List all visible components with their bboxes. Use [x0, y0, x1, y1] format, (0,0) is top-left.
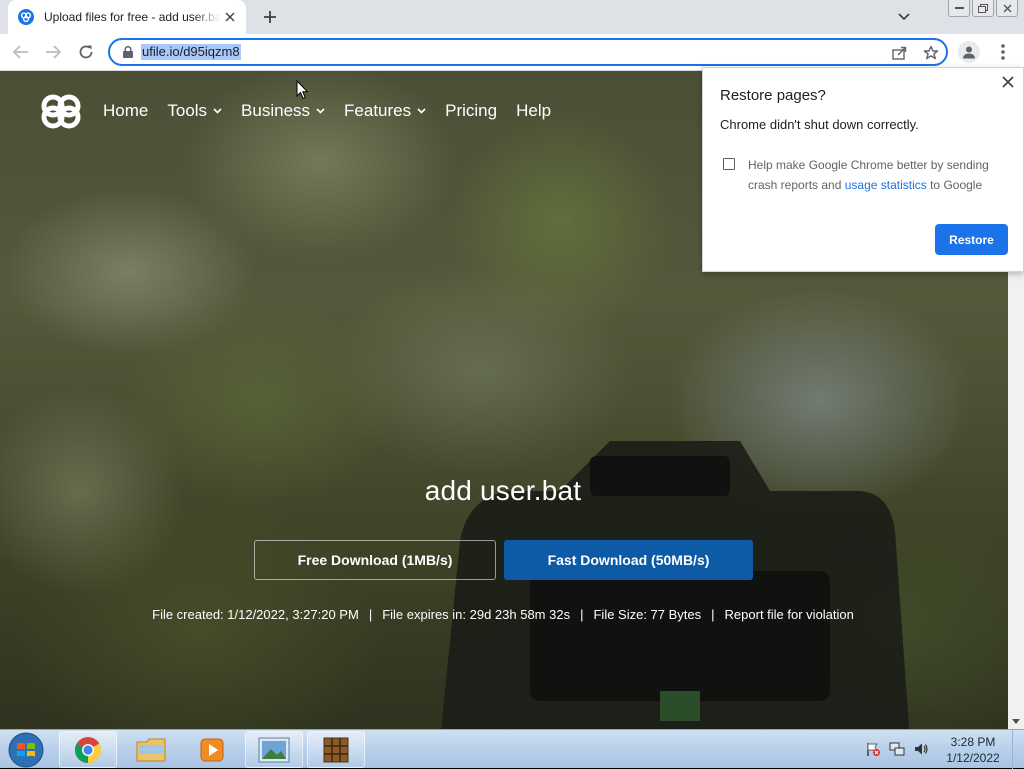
share-icon[interactable] [890, 44, 908, 62]
browser-tab[interactable]: Upload files for free - add user.bat - u… [8, 0, 246, 34]
dialog-title: Restore pages? [720, 87, 826, 104]
usage-statistics-link[interactable]: usage statistics [845, 178, 927, 192]
tab-close-icon[interactable] [222, 9, 238, 25]
chevron-down-icon [316, 108, 325, 114]
nav-business[interactable]: Business [241, 101, 325, 121]
window-controls [948, 0, 1018, 18]
lock-icon[interactable] [121, 45, 135, 59]
nav-tools-label: Tools [167, 101, 208, 120]
reload-icon[interactable] [73, 40, 99, 64]
volume-icon[interactable] [912, 740, 930, 758]
system-tray [864, 739, 930, 759]
nav-business-label: Business [241, 101, 311, 120]
meta-separator: | [580, 607, 584, 622]
scroll-down-arrow-icon[interactable] [1008, 716, 1024, 726]
bookmark-star-icon[interactable] [922, 44, 940, 62]
tab-search-chevron-icon[interactable] [894, 8, 914, 26]
restore-pages-dialog: Restore pages? Chrome didn't shut down c… [702, 67, 1024, 272]
clock-time: 3:28 PM [950, 735, 996, 749]
action-center-flag-icon[interactable] [864, 740, 882, 758]
file-size-text: File Size: 77 Bytes [593, 607, 702, 622]
address-bar[interactable]: ufile.io/d95iqzm8 [108, 38, 948, 66]
free-download-button[interactable]: Free Download (1MB/s) [254, 540, 496, 580]
media-player-icon[interactable] [183, 731, 241, 768]
nav-tools[interactable]: Tools [167, 101, 222, 121]
nav-features[interactable]: Features [344, 101, 426, 121]
nav-help-label: Help [516, 101, 552, 120]
chrome-icon[interactable] [59, 731, 117, 768]
url-text[interactable]: ufile.io/d95iqzm8 [141, 44, 241, 60]
restore-window-icon[interactable] [972, 0, 994, 17]
back-arrow-icon[interactable] [8, 40, 34, 64]
nav-pricing[interactable]: Pricing [445, 101, 497, 121]
report-violation-link[interactable]: Report file for violation [725, 607, 854, 622]
profile-avatar-icon[interactable] [958, 41, 980, 63]
nav-home-label: Home [103, 101, 149, 120]
network-icon[interactable] [888, 740, 906, 758]
close-window-icon[interactable] [996, 0, 1018, 17]
forward-arrow-icon[interactable] [40, 40, 66, 64]
file-name-heading: add user.bat [424, 475, 582, 506]
nav-home[interactable]: Home [103, 101, 148, 121]
tab-title: Upload files for free - add user.bat - u… [44, 10, 220, 24]
browser-toolbar: ufile.io/d95iqzm8 [0, 34, 1024, 71]
show-desktop-button[interactable] [1012, 730, 1024, 769]
tab-strip: Upload files for free - add user.bat - u… [0, 0, 1024, 34]
windows-start-icon[interactable] [6, 731, 46, 768]
kebab-menu-icon[interactable] [992, 40, 1014, 64]
dialog-subtitle: Chrome didn't shut down correctly. [720, 117, 919, 132]
nav-features-label: Features [344, 101, 412, 120]
file-explorer-icon[interactable] [122, 731, 180, 768]
clock-date: 1/12/2022 [946, 751, 1000, 765]
file-created-text: File created: 1/12/2022, 3:27:20 PM [152, 607, 359, 622]
chevron-down-icon [213, 108, 222, 114]
new-tab-icon[interactable] [258, 6, 282, 28]
minimize-icon[interactable] [948, 0, 970, 17]
crash-report-text-end: to Google [926, 178, 983, 192]
file-expires-text: File expires in: 29d 23h 58m 32s [382, 607, 571, 622]
meta-separator: | [368, 607, 373, 622]
nav-help[interactable]: Help [516, 101, 551, 121]
mouse-cursor-icon [296, 80, 308, 100]
ufile-logo-icon[interactable] [38, 93, 84, 129]
photo-viewer-icon[interactable] [245, 731, 303, 768]
close-icon[interactable] [1001, 75, 1015, 89]
meta-separator: | [711, 607, 715, 622]
fast-download-button[interactable]: Fast Download (50MB/s) [504, 540, 753, 580]
nav-pricing-label: Pricing [445, 101, 498, 120]
restore-button[interactable]: Restore [935, 224, 1008, 255]
site-nav: Home Tools Business Features Pricing Hel… [38, 93, 551, 129]
chevron-down-icon [417, 108, 426, 114]
taskbar-clock[interactable]: 3:28 PM 1/12/2022 [940, 734, 1006, 766]
windows-taskbar: 3:28 PM 1/12/2022 [0, 729, 1024, 769]
archive-app-icon[interactable] [307, 731, 365, 768]
crash-report-checkbox[interactable] [723, 158, 735, 170]
file-meta: File created: 1/12/2022, 3:27:20 PM | File… [0, 607, 1006, 622]
crash-report-label: Help make Google Chrome better by sendin… [748, 155, 1010, 195]
ufile-favicon-icon [18, 9, 34, 25]
